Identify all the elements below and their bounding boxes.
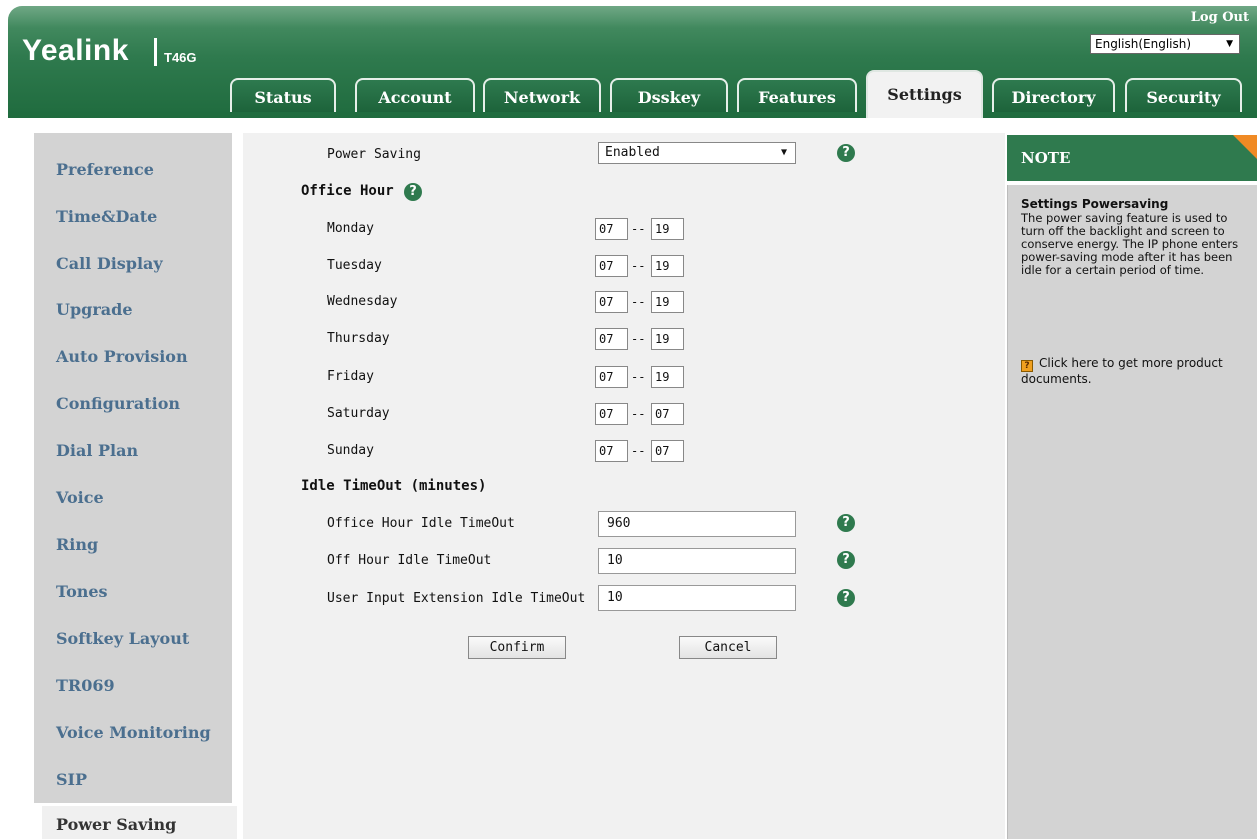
sidebar-item-upgrade[interactable]: Upgrade (56, 300, 133, 319)
logo-separator (154, 38, 157, 66)
range-separator: -- (631, 444, 646, 458)
friday-start-input[interactable]: 07 (595, 366, 628, 388)
sidebar-item-tones[interactable]: Tones (56, 582, 108, 601)
office-hour-idle-label: Office Hour Idle TimeOut (327, 516, 515, 531)
sidebar-item-time-date[interactable]: Time&Date (56, 207, 157, 226)
sidebar-item-auto-provision[interactable]: Auto Provision (56, 347, 188, 366)
sidebar-item-label: Power Saving (56, 815, 177, 834)
range-separator: -- (631, 370, 646, 384)
chevron-down-icon: ▼ (1226, 39, 1233, 49)
day-label-friday: Friday (327, 369, 374, 384)
tab-settings[interactable]: Settings (866, 70, 983, 118)
range-separator: -- (631, 259, 646, 273)
monday-end-input[interactable]: 19 (651, 218, 684, 240)
tab-account[interactable]: Account (355, 78, 475, 112)
header-sheen (8, 6, 1257, 28)
help-icon[interactable]: ? (837, 589, 855, 607)
day-label-monday: Monday (327, 221, 374, 236)
help-icon[interactable]: ? (404, 183, 422, 201)
office-hour-heading: Office Hour (301, 183, 394, 199)
tab-status[interactable]: Status (230, 78, 336, 112)
help-icon[interactable]: ? (837, 144, 855, 162)
office-hour-idle-input[interactable]: 960 (598, 511, 796, 537)
tab-directory[interactable]: Directory (992, 78, 1115, 112)
sidebar-item-voice-monitoring[interactable]: Voice Monitoring (56, 723, 211, 742)
note-title: Settings Powersaving (1021, 197, 1169, 211)
note-header: NOTE (1007, 135, 1257, 181)
power-saving-select[interactable]: Enabled ▼ (598, 142, 796, 164)
tab-security[interactable]: Security (1125, 78, 1242, 112)
sidebar-item-voice[interactable]: Voice (56, 488, 104, 507)
tab-features[interactable]: Features (737, 78, 857, 112)
sunday-start-input[interactable]: 07 (595, 440, 628, 462)
sidebar-item-dial-plan[interactable]: Dial Plan (56, 441, 138, 460)
sidebar-item-preference[interactable]: Preference (56, 160, 154, 179)
day-label-tuesday: Tuesday (327, 258, 382, 273)
tab-network[interactable]: Network (483, 78, 601, 112)
off-hour-idle-input[interactable]: 10 (598, 548, 796, 574)
document-icon: ? (1021, 360, 1033, 372)
sidebar-item-configuration[interactable]: Configuration (56, 394, 180, 413)
note-panel: Settings Powersaving The power saving fe… (1007, 185, 1257, 839)
confirm-button[interactable]: Confirm (468, 636, 566, 659)
tuesday-start-input[interactable]: 07 (595, 255, 628, 277)
day-label-saturday: Saturday (327, 406, 390, 421)
help-icon[interactable]: ? (837, 514, 855, 532)
language-value: English(English) (1095, 37, 1192, 51)
saturday-start-input[interactable]: 07 (595, 403, 628, 425)
note-text: The power saving feature is used to turn… (1021, 211, 1239, 277)
sidebar-item-call-display[interactable]: Call Display (56, 254, 163, 273)
doc-link-text: Click here to get more product documents… (1021, 356, 1223, 386)
thursday-start-input[interactable]: 07 (595, 328, 628, 350)
yealink-logo: Yealink (22, 34, 129, 67)
tab-dsskey[interactable]: Dsskey (610, 78, 728, 112)
sidebar-item-power-saving[interactable]: Power Saving (42, 806, 237, 839)
sidebar-item-ring[interactable]: Ring (56, 535, 98, 554)
idle-timeout-heading: Idle TimeOut (minutes) (301, 478, 487, 494)
note-heading: NOTE (1021, 149, 1071, 167)
product-documents-link[interactable]: ? Click here to get more product document… (1021, 356, 1253, 387)
range-separator: -- (631, 332, 646, 346)
cancel-button[interactable]: Cancel (679, 636, 777, 659)
corner-fold-icon (1233, 135, 1257, 159)
model-name: T46G (164, 50, 197, 65)
sidebar-item-sip[interactable]: SIP (56, 770, 87, 789)
range-separator: -- (631, 407, 646, 421)
user-input-idle-label: User Input Extension Idle TimeOut (327, 591, 586, 606)
power-saving-form: Power Saving Enabled ▼ ? Office Hour ? M… (243, 133, 1005, 839)
range-separator: -- (631, 295, 646, 309)
tuesday-end-input[interactable]: 19 (651, 255, 684, 277)
sidebar-item-softkey-layout[interactable]: Softkey Layout (56, 629, 189, 648)
sunday-end-input[interactable]: 07 (651, 440, 684, 462)
user-input-idle-input[interactable]: 10 (598, 585, 796, 611)
thursday-end-input[interactable]: 19 (651, 328, 684, 350)
day-label-thursday: Thursday (327, 331, 390, 346)
off-hour-idle-label: Off Hour Idle TimeOut (327, 553, 492, 568)
language-select[interactable]: English(English) ▼ (1090, 34, 1240, 54)
logout-link[interactable]: Log Out (1191, 10, 1249, 25)
power-saving-label: Power Saving (327, 147, 421, 162)
help-icon[interactable]: ? (837, 551, 855, 569)
range-separator: -- (631, 222, 646, 236)
chevron-down-icon: ▼ (780, 147, 787, 158)
wednesday-start-input[interactable]: 07 (595, 291, 628, 313)
saturday-end-input[interactable]: 07 (651, 403, 684, 425)
day-label-wednesday: Wednesday (327, 294, 398, 309)
day-label-sunday: Sunday (327, 443, 374, 458)
settings-sidebar: Preference Time&Date Call Display Upgrad… (34, 133, 232, 803)
wednesday-end-input[interactable]: 19 (651, 291, 684, 313)
sidebar-item-tr069[interactable]: TR069 (56, 676, 115, 695)
friday-end-input[interactable]: 19 (651, 366, 684, 388)
power-saving-value: Enabled (605, 145, 660, 160)
monday-start-input[interactable]: 07 (595, 218, 628, 240)
